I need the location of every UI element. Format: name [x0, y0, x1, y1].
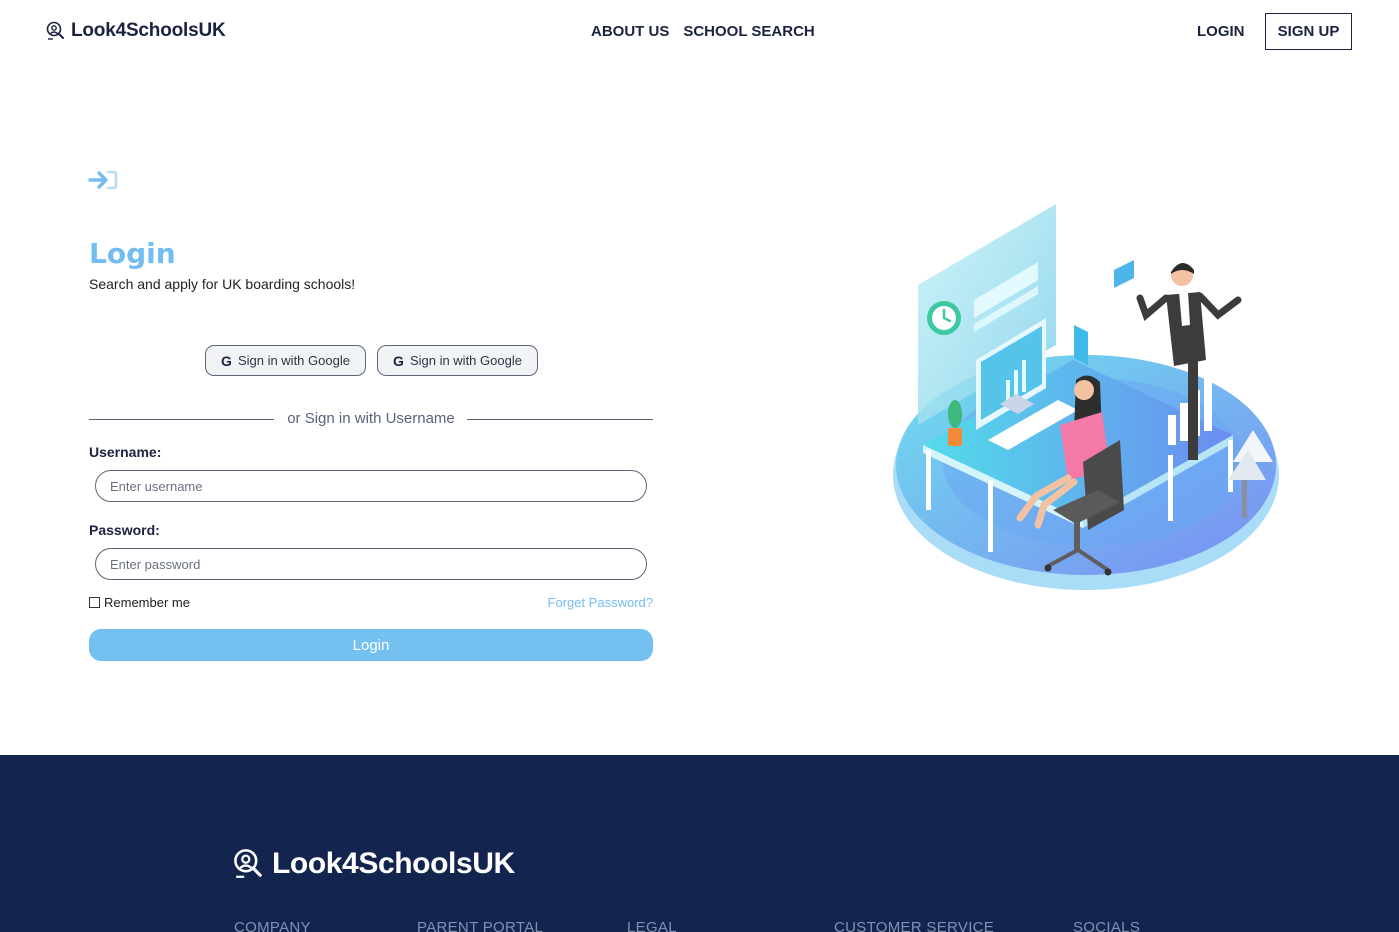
school-search-icon	[46, 21, 64, 40]
signup-button[interactable]: SIGN UP	[1265, 13, 1352, 50]
footer-brand[interactable]: Look4SchoolsUK	[233, 847, 515, 881]
google-g-icon: G	[221, 352, 232, 369]
main-nav: ABOUT US SCHOOL SEARCH	[591, 23, 815, 40]
login-submit-button[interactable]: Login	[89, 629, 653, 661]
footer-heading-legal: LEGAL	[627, 919, 677, 932]
footer-heading-socials: SOCIALS	[1073, 919, 1141, 932]
username-input[interactable]	[95, 470, 647, 502]
footer-brand-name: Look4SchoolsUK	[272, 847, 515, 880]
google-signin-label: Sign in with Google	[409, 353, 522, 368]
nav-about-us[interactable]: ABOUT US	[591, 23, 669, 40]
footer-heading-parent-portal: PARENT PORTAL	[417, 919, 544, 932]
workspace-illustration	[893, 204, 1279, 590]
school-search-icon	[234, 849, 262, 878]
google-signin-button-2[interactable]: G Sign in with Google	[377, 345, 538, 376]
header-login-link[interactable]: LOGIN	[1197, 23, 1245, 40]
site-header: Look4SchoolsUK ABOUT US SCHOOL SEARCH LO…	[0, 0, 1399, 64]
password-input[interactable]	[95, 548, 647, 580]
footer-heading-customer-service: CUSTOMER SERVICE	[834, 919, 995, 932]
site-footer: Look4SchoolsUK COMPANY PARENT PORTAL LEG…	[0, 755, 1399, 932]
username-label: Username:	[89, 444, 162, 460]
sign-in-arrow-icon	[88, 170, 118, 190]
remember-me-checkbox[interactable]	[89, 597, 100, 608]
nav-school-search[interactable]: SCHOOL SEARCH	[683, 23, 814, 40]
brand-logo[interactable]: Look4SchoolsUK	[46, 20, 226, 42]
google-g-icon: G	[393, 352, 404, 369]
login-title: Login	[89, 237, 176, 270]
divider-line-right	[467, 419, 653, 420]
remember-me: Remember me	[89, 595, 190, 610]
forgot-password-link[interactable]: Forget Password?	[548, 595, 654, 610]
brand-name: Look4SchoolsUK	[71, 20, 226, 41]
or-divider: or Sign in with Username	[89, 409, 653, 429]
footer-heading-company: COMPANY	[234, 919, 311, 932]
google-signin-button[interactable]: G Sign in with Google	[205, 345, 366, 376]
password-label: Password:	[89, 522, 160, 538]
login-subtitle: Search and apply for UK boarding schools…	[89, 276, 356, 292]
remember-me-label[interactable]: Remember me	[104, 595, 190, 610]
google-signin-label: Sign in with Google	[237, 353, 350, 368]
